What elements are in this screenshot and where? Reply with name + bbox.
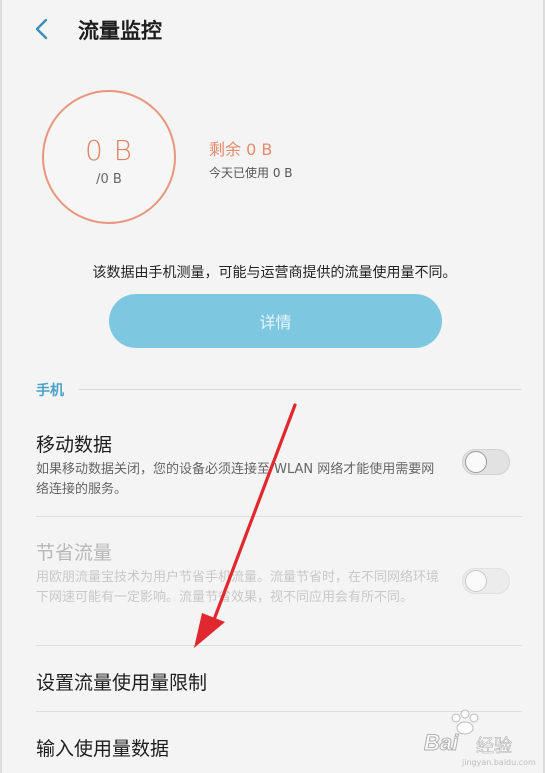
watermark-cn: 经验 <box>476 736 513 758</box>
mobile-data-row[interactable]: 移动数据 如果移动数据关闭，您的设备必须连接至 WLAN 网络才能使用需要网络连… <box>2 420 545 516</box>
details-button[interactable]: 详情 <box>109 294 442 348</box>
usage-ring: 0 B /0 B <box>42 90 176 224</box>
set-limit-title: 设置流量使用量限制 <box>36 672 208 694</box>
top-bar: 流量监控 <box>2 0 543 62</box>
mobile-data-desc: 如果移动数据关闭，您的设备必须连接至 WLAN 网络才能使用需要网络连接的服务。 <box>36 462 435 497</box>
watermark: Bai 经验 jingyan.baidu.com <box>412 708 542 768</box>
data-saver-title: 节省流量 <box>36 542 113 564</box>
measurement-notice: 该数据由手机测量，可能与运营商提供的流量使用量不同。 <box>92 265 457 281</box>
mobile-data-title: 移动数据 <box>36 434 113 456</box>
toggle-knob <box>465 451 487 473</box>
row-divider <box>36 516 522 517</box>
watermark-brand: Bai <box>423 730 459 756</box>
used-amount: 0 B <box>84 134 134 167</box>
mobile-data-toggle[interactable] <box>462 449 510 475</box>
data-saver-row[interactable]: 节省流量 用欧朋流量宝技术为用户节省手机流量。流量节省时，在不同网络环境下网速可… <box>2 530 545 645</box>
section-divider <box>78 389 522 390</box>
section-header: 手机 <box>36 383 64 399</box>
row-divider <box>36 645 522 646</box>
back-button[interactable] <box>24 12 58 46</box>
page-title: 流量监控 <box>78 19 162 43</box>
total-amount: /0 B <box>96 172 122 187</box>
remaining-amount: 剩余 0 B <box>209 140 273 159</box>
toggle-knob <box>465 570 487 592</box>
watermark-url: jingyan.baidu.com <box>462 758 536 767</box>
data-saver-desc: 用欧朋流量宝技术为用户节省手机流量。流量节省时，在不同网络环境下网速可能有一定影… <box>36 570 440 605</box>
set-limit-row[interactable]: 设置流量使用量限制 <box>2 652 545 710</box>
chevron-left-icon <box>35 18 48 40</box>
data-saver-toggle[interactable] <box>462 568 510 594</box>
screen: 流量监控 0 B /0 B 剩余 0 B 今天已使用 0 B 该数据由手机测量，… <box>0 0 545 773</box>
today-usage: 今天已使用 0 B <box>209 166 293 180</box>
input-usage-title: 输入使用量数据 <box>36 738 170 760</box>
